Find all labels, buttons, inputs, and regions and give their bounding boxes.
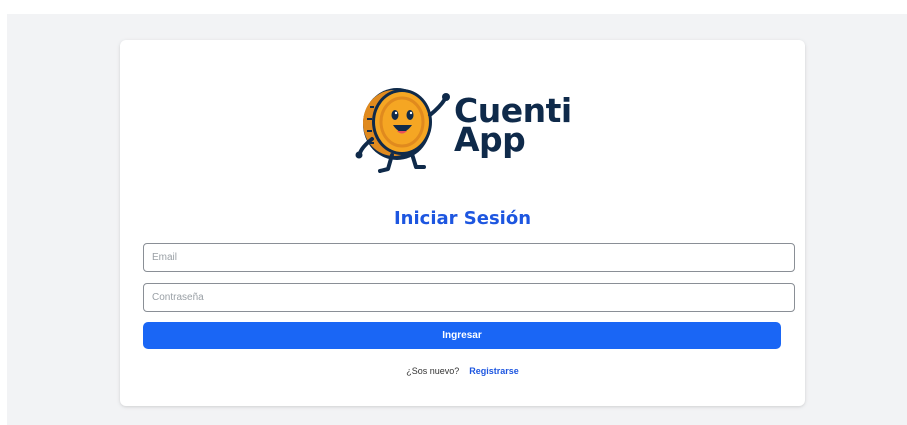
new-user-text: ¿Sos nuevo? [406,366,460,376]
login-card: Cuenti App Iniciar Sesión Ingresar ¿Sos … [120,40,805,406]
register-link[interactable]: Registrarse [469,366,519,376]
coin-mascot-icon [355,88,450,173]
email-input[interactable] [143,243,795,272]
password-input[interactable] [143,283,795,312]
register-prompt: ¿Sos nuevo? Registrarse [120,366,805,376]
logo-wordmark: Cuenti App [454,94,572,156]
app-logo: Cuenti App [350,77,580,177]
login-button[interactable]: Ingresar [143,322,781,349]
login-title: Iniciar Sesión [393,208,532,229]
page-background: Cuenti App Iniciar Sesión Ingresar ¿Sos … [7,14,907,425]
